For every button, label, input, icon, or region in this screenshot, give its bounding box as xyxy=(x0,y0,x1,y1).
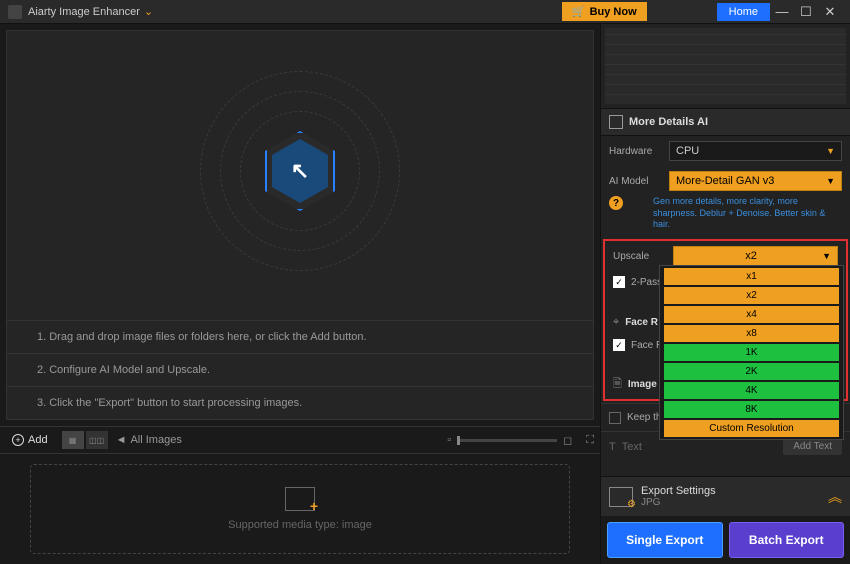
help-icon[interactable]: ? xyxy=(609,196,623,210)
export-settings-title: Export Settings xyxy=(641,485,820,497)
highlighted-region: Upscale x2▼ x1 x2 x4 x8 1K 2K 4K 8K Cust… xyxy=(603,239,848,401)
hardware-label: Hardware xyxy=(609,146,663,157)
maximize-button[interactable]: ☐ xyxy=(794,4,818,20)
upscale-label: Upscale xyxy=(613,251,667,262)
supported-media-label: Supported media type: image xyxy=(228,519,372,531)
add-text-button[interactable]: Add Text xyxy=(783,438,842,455)
panel-title: More Details AI xyxy=(629,116,708,128)
single-export-button[interactable]: Single Export xyxy=(607,522,723,558)
export-format-label: JPG xyxy=(641,497,820,508)
upscale-dropdown: x1 x2 x4 x8 1K 2K 4K 8K Custom Resolutio… xyxy=(659,265,844,440)
drop-canvas[interactable]: ↖ 1. Drag and drop image files or folder… xyxy=(6,30,594,420)
image-large-icon: ◻ xyxy=(563,434,572,447)
upscale-option-1k[interactable]: 1K xyxy=(664,344,839,361)
compare-view-icon[interactable]: ◫◫ xyxy=(86,431,108,449)
app-title: Aiarty Image Enhancer xyxy=(28,6,140,18)
upscale-option-8k[interactable]: 8K xyxy=(664,401,839,418)
minimize-button[interactable]: — xyxy=(770,4,794,19)
keep-prompt-checkbox[interactable] xyxy=(609,412,621,424)
twopass-checkbox[interactable]: ✓ xyxy=(613,276,625,288)
home-button[interactable]: Home xyxy=(717,3,770,21)
buy-now-button[interactable]: 🛒Buy Now xyxy=(562,2,647,21)
upscale-select[interactable]: x2▼ xyxy=(673,246,838,266)
face-r-label: Face R xyxy=(625,317,658,328)
app-logo xyxy=(8,5,22,19)
back-arrow-icon: ◄ xyxy=(116,434,127,446)
details-icon xyxy=(609,115,623,129)
model-label: AI Model xyxy=(609,176,663,187)
upscale-option-x1[interactable]: x1 xyxy=(664,268,839,285)
arrow-icon: ↖ xyxy=(291,158,309,184)
text-icon: T xyxy=(609,441,616,453)
media-dropzone[interactable]: Supported media type: image xyxy=(30,464,570,554)
upscale-option-x2[interactable]: x2 xyxy=(664,287,839,304)
images-stack-icon xyxy=(285,487,315,511)
batch-export-button[interactable]: Batch Export xyxy=(729,522,845,558)
instruction-step: 3. Click the "Export" button to start pr… xyxy=(7,387,593,419)
chevron-down-icon: ▼ xyxy=(826,146,835,156)
hardware-select[interactable]: CPU▼ xyxy=(669,141,842,161)
image-section-label: Image xyxy=(628,379,657,390)
image-section-icon: 🗎 xyxy=(613,375,622,394)
upscale-option-custom[interactable]: Custom Resolution xyxy=(664,420,839,437)
all-images-button[interactable]: ◄All Images xyxy=(116,434,182,446)
instruction-step: 1. Drag and drop image files or folders … xyxy=(7,321,593,354)
expand-chevron-icon[interactable]: ︽ xyxy=(828,487,842,507)
model-select[interactable]: More-Detail GAN v3▼ xyxy=(669,171,842,191)
upscale-option-x4[interactable]: x4 xyxy=(664,306,839,323)
close-button[interactable]: ✕ xyxy=(818,4,842,20)
zoom-slider[interactable] xyxy=(457,439,557,442)
grid-view-icon[interactable]: ▦ xyxy=(62,431,84,449)
fullscreen-icon[interactable]: ⛶ xyxy=(586,434,594,447)
upscale-option-2k[interactable]: 2K xyxy=(664,363,839,380)
model-description: Gen more details, more clarity, more sha… xyxy=(623,196,850,237)
chevron-down-icon: ▼ xyxy=(822,251,831,261)
text-section-label: Text xyxy=(622,441,642,453)
title-chevron-icon[interactable]: ⌄ xyxy=(144,5,153,18)
upscale-option-x8[interactable]: x8 xyxy=(664,325,839,342)
image-small-icon: ▫ xyxy=(447,434,451,446)
chevron-down-icon: ▼ xyxy=(826,176,835,186)
instruction-step: 2. Configure AI Model and Upscale. xyxy=(7,354,593,387)
upscale-option-4k[interactable]: 4K xyxy=(664,382,839,399)
twopass-label: 2-Pass xyxy=(631,277,662,288)
add-button[interactable]: +Add xyxy=(6,431,54,449)
cart-icon: 🛒 xyxy=(572,5,586,18)
preview-grid xyxy=(605,28,846,104)
face-icon: ⌖ xyxy=(613,316,619,329)
face-restore-checkbox[interactable]: ✓ xyxy=(613,339,625,351)
export-settings-icon[interactable] xyxy=(609,487,633,507)
